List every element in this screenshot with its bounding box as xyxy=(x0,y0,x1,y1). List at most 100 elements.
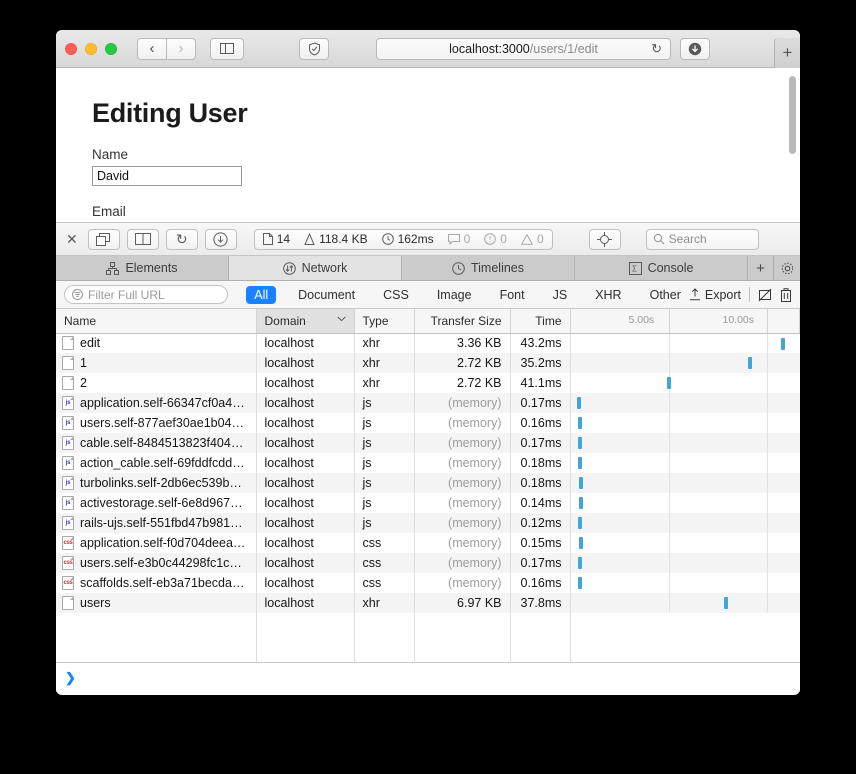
chevron-right-icon: › xyxy=(178,40,184,57)
resource-name: users.self-877aef30ae1b040… xyxy=(80,416,248,430)
column-header-time[interactable]: Time xyxy=(510,309,571,334)
clear-network-button[interactable] xyxy=(780,287,792,302)
table-row[interactable]: css users.self-e3b0c44298fc1c1… localhost c… xyxy=(56,553,800,573)
reload-icon: ↻ xyxy=(175,230,188,247)
page-title: Editing User xyxy=(92,98,248,128)
cell-type: js xyxy=(354,513,415,533)
filter-pill-js[interactable]: JS xyxy=(545,286,576,304)
inspect-element-button[interactable] xyxy=(588,228,621,250)
minimize-window-button[interactable] xyxy=(85,42,97,55)
tab-timelines[interactable]: Timelines xyxy=(402,256,575,280)
page-scrollbar[interactable] xyxy=(789,76,796,154)
sidebar-toggle-button[interactable] xyxy=(210,37,244,60)
tab-elements[interactable]: Elements xyxy=(56,256,229,280)
table-row[interactable]: js rails-ujs.self-551fbd47b981d… localhost… xyxy=(56,513,800,533)
divider xyxy=(749,287,750,302)
upload-icon xyxy=(689,288,701,301)
warning-count: 0 xyxy=(520,232,544,246)
undock-button[interactable] xyxy=(87,228,120,250)
waterfall-bar xyxy=(723,597,728,609)
cell-transfer-size: (memory) xyxy=(414,553,511,573)
export-button[interactable]: Export xyxy=(689,288,741,302)
forward-button[interactable]: › xyxy=(166,37,196,60)
tab-network[interactable]: Network xyxy=(229,256,402,280)
disable-cache-button[interactable] xyxy=(758,288,772,302)
shield-icon xyxy=(308,41,321,56)
back-button[interactable]: ‹ xyxy=(137,37,167,60)
reload-button[interactable]: ↻ xyxy=(165,228,198,250)
filter-pill-document[interactable]: Document xyxy=(290,286,363,304)
cell-waterfall xyxy=(570,593,800,613)
table-row[interactable]: 1 localhost xhr 2.72 KB 35.2ms xyxy=(56,353,800,373)
filter-pill-other[interactable]: Other xyxy=(642,286,689,304)
navigation-buttons: ‹ › xyxy=(137,37,196,60)
split-view-button[interactable] xyxy=(126,228,159,250)
cell-name: edit xyxy=(56,333,257,353)
resource-name: application.self-66347cf0a4c… xyxy=(80,396,248,410)
inspector-settings-button[interactable] xyxy=(774,256,800,280)
column-header-domain[interactable]: Domain xyxy=(256,309,355,334)
warning-icon xyxy=(520,233,533,245)
tab-console[interactable]: Σ Console xyxy=(575,256,748,280)
close-inspector-button[interactable]: ✕ xyxy=(66,231,78,248)
cell-name: js action_cable.self-69fddfcddf… xyxy=(56,453,257,473)
privacy-report-button[interactable] xyxy=(299,37,329,60)
filter-url-input[interactable]: Filter Full URL xyxy=(64,285,229,304)
filter-pill-all[interactable]: All xyxy=(246,285,277,304)
cell-waterfall xyxy=(570,493,800,513)
maximize-window-button[interactable] xyxy=(105,42,117,55)
url-path: /users/1/edit xyxy=(529,42,598,56)
cell-name: css scaffolds.self-eb3a71becda6… xyxy=(56,573,257,593)
table-row[interactable]: js activestorage.self-6e8d967a… localhost j… xyxy=(56,493,800,513)
column-header-type[interactable]: Type xyxy=(354,309,415,334)
cell-waterfall xyxy=(570,453,800,473)
cell-transfer-size: (memory) xyxy=(414,493,511,513)
error-icon xyxy=(484,233,497,245)
table-row[interactable]: js action_cable.self-69fddfcddf… localhost… xyxy=(56,453,800,473)
reload-icon[interactable]: ↻ xyxy=(651,41,662,57)
url-bar[interactable]: localhost:3000/users/1/edit ↻ xyxy=(376,38,671,60)
document-file-icon xyxy=(62,596,74,610)
cell-time: 0.12ms xyxy=(510,513,571,533)
close-window-button[interactable] xyxy=(65,42,77,55)
cell-waterfall xyxy=(570,413,800,433)
column-header-transfer-size[interactable]: Transfer Size xyxy=(414,309,511,334)
filter-pill-font[interactable]: Font xyxy=(492,286,533,304)
table-row[interactable]: js cable.self-8484513823f404e… localhost js… xyxy=(56,433,800,453)
cell-waterfall xyxy=(570,473,800,493)
cell-waterfall xyxy=(570,353,800,373)
network-filter-bar: Filter Full URL All Document CSS Image F… xyxy=(56,281,800,309)
filter-pill-xhr[interactable]: XHR xyxy=(587,286,629,304)
filter-pill-css[interactable]: CSS xyxy=(375,286,417,304)
table-row[interactable]: js users.self-877aef30ae1b040… localhost js… xyxy=(56,413,800,433)
table-row[interactable]: js application.self-66347cf0a4c… localhost… xyxy=(56,393,800,413)
cell-domain: localhost xyxy=(256,473,355,493)
resource-name: cable.self-8484513823f404e… xyxy=(80,436,248,450)
table-row[interactable]: edit localhost xhr 3.36 KB 43.2ms xyxy=(56,333,800,353)
column-header-name[interactable]: Name xyxy=(56,309,257,334)
chevron-left-icon: ‹ xyxy=(149,40,155,57)
table-row[interactable]: 2 localhost xhr 2.72 KB 41.1ms xyxy=(56,373,800,393)
cell-type: xhr xyxy=(354,353,415,373)
table-row[interactable]: users localhost xhr 6.97 KB 37.8ms xyxy=(56,593,800,613)
inspector-search-input[interactable]: Search xyxy=(645,228,759,250)
name-input[interactable]: David xyxy=(92,166,242,186)
elements-icon xyxy=(106,261,120,275)
transfer-total: 118.4 KB xyxy=(304,232,368,246)
waterfall-bar xyxy=(578,497,583,509)
cell-domain: localhost xyxy=(256,533,355,553)
downloads-button[interactable] xyxy=(680,37,710,60)
filter-pill-image[interactable]: Image xyxy=(429,286,480,304)
cell-time: 35.2ms xyxy=(510,353,571,373)
safari-window: ‹ › localhost:3000/users/1/edit ↻ + Edit… xyxy=(56,30,800,695)
crosshair-icon xyxy=(597,231,613,247)
cell-transfer-size: (memory) xyxy=(414,433,511,453)
download-har-button[interactable] xyxy=(204,228,237,250)
add-tab-button[interactable]: + xyxy=(748,256,774,280)
table-row[interactable]: css application.self-f0d704deea0… localhos… xyxy=(56,533,800,553)
table-row[interactable]: js turbolinks.self-2db6ec539b9… localhost j… xyxy=(56,473,800,493)
table-row[interactable]: css scaffolds.self-eb3a71becda6… localhost… xyxy=(56,573,800,593)
new-tab-button[interactable]: + xyxy=(774,38,800,68)
console-prompt[interactable]: ❯ xyxy=(56,662,800,692)
waterfall-bar xyxy=(578,537,583,549)
